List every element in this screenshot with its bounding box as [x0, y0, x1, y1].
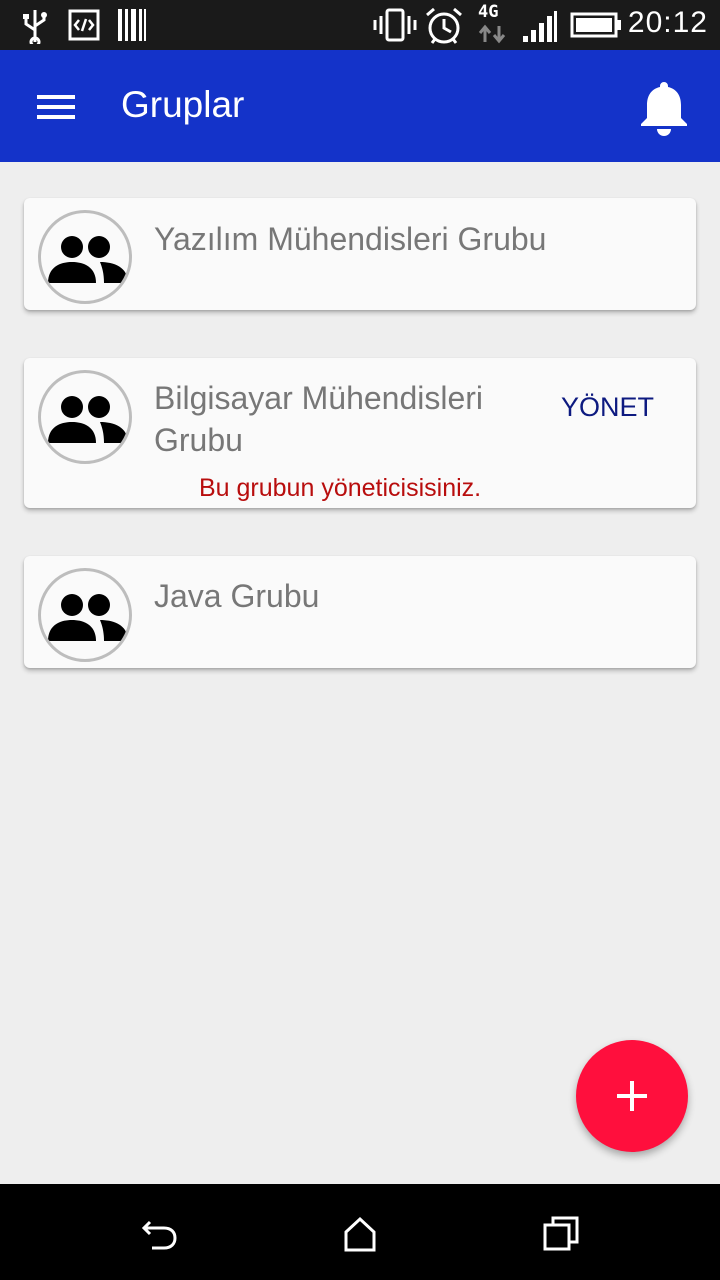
network-4g-icon [478, 24, 506, 44]
group-avatar [38, 370, 132, 464]
group-card[interactable]: Java Grubu [24, 556, 696, 668]
bell-icon [641, 82, 687, 136]
back-icon [141, 1220, 177, 1250]
menu-button[interactable] [28, 78, 84, 134]
battery-icon [570, 12, 621, 38]
group-avatar [38, 210, 132, 304]
screen: 4G 20:12 Gruplar Yazılım Mühendisleri Gr… [0, 0, 720, 1280]
barcode-icon [118, 9, 146, 41]
app-bar: Gruplar [0, 50, 720, 162]
navigation-bar [0, 1184, 720, 1280]
group-card[interactable]: Yazılım Mühendisleri Grubu [24, 198, 696, 310]
manage-button[interactable]: YÖNET [561, 392, 654, 423]
home-icon [344, 1216, 376, 1252]
developer-code-icon [68, 9, 100, 41]
group-avatar [38, 568, 132, 662]
recents-icon [543, 1216, 579, 1251]
alarm-icon [426, 7, 462, 44]
admin-note: Bu grubun yöneticisisiniz. [199, 474, 482, 502]
usb-icon [23, 10, 47, 44]
page-title: Gruplar [121, 84, 245, 125]
signal-icon [523, 11, 557, 42]
group-name: Java Grubu [154, 578, 320, 614]
plus-icon [617, 1081, 647, 1111]
network-4g-label: 4G [478, 2, 499, 22]
notifications-button[interactable] [636, 78, 692, 138]
vibrate-icon [373, 8, 417, 42]
group-icon [48, 396, 128, 443]
group-icon [48, 236, 128, 283]
status-bar: 4G 20:12 [0, 0, 720, 50]
group-name: Yazılım Mühendisleri Grubu [154, 221, 547, 257]
hamburger-menu-icon [37, 95, 75, 119]
group-icon [48, 594, 128, 641]
add-group-button[interactable] [576, 1040, 688, 1152]
group-card[interactable]: Bilgisayar Mühendisleri Grubu YÖNET Bu g… [24, 358, 696, 508]
back-button[interactable] [140, 1214, 180, 1254]
home-button[interactable] [340, 1214, 380, 1254]
group-name: Bilgisayar Mühendisleri Grubu [154, 380, 484, 458]
status-time: 20:12 [627, 6, 708, 39]
recents-button[interactable] [542, 1214, 582, 1254]
